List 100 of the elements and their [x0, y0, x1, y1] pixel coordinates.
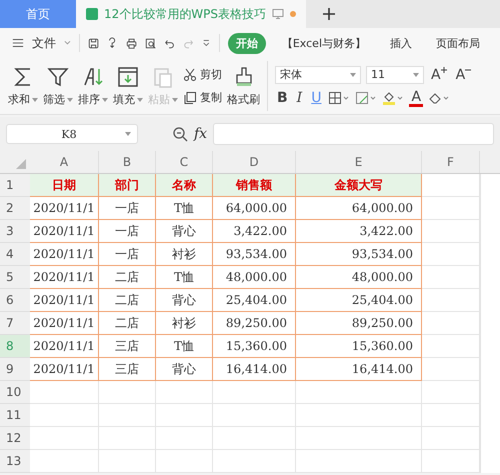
empty-cell[interactable] [99, 404, 156, 427]
header-cell: 销售额 [213, 174, 296, 197]
empty-cell[interactable] [99, 427, 156, 450]
caret-icon [67, 98, 73, 102]
empty-cell[interactable] [422, 197, 480, 220]
column-header[interactable]: B [99, 151, 156, 173]
menu-icon[interactable] [12, 37, 24, 49]
row-header[interactable]: 2 [0, 197, 30, 220]
empty-cell[interactable] [213, 450, 296, 473]
table-cell: 3,422.00 [213, 220, 296, 243]
empty-cell[interactable] [99, 450, 156, 473]
header-cell: 部门 [99, 174, 156, 197]
row-header[interactable]: 10 [0, 381, 30, 404]
formula-input[interactable] [213, 123, 494, 145]
empty-cell[interactable] [296, 427, 422, 450]
empty-cell[interactable] [422, 450, 480, 473]
fill-color-icon[interactable] [382, 91, 404, 105]
document-tab[interactable]: 12个比较常用的WPS表格技巧 [76, 0, 306, 28]
filter-button[interactable]: 筛选 [43, 65, 73, 107]
row-header[interactable]: 9 [0, 358, 30, 381]
table-cell: 二店 [99, 266, 156, 289]
empty-cell[interactable] [156, 450, 213, 473]
table-cell: 2020/11/1 [30, 312, 99, 335]
eraser-icon[interactable] [428, 91, 450, 105]
empty-cell[interactable] [156, 404, 213, 427]
copy-button[interactable]: 复制 [183, 90, 222, 105]
empty-cell[interactable] [422, 289, 480, 312]
empty-cell[interactable] [296, 450, 422, 473]
column-header[interactable]: F [422, 151, 480, 173]
file-menu[interactable]: 文件 [32, 34, 56, 52]
decrease-font-button[interactable]: A [454, 66, 474, 82]
empty-cell[interactable] [422, 243, 480, 266]
caret-icon [172, 98, 178, 102]
export-icon[interactable] [106, 36, 118, 50]
increase-font-button[interactable]: A [429, 66, 449, 82]
sum-button[interactable]: 求和 [8, 65, 38, 107]
font-color-button[interactable]: A [409, 90, 424, 106]
empty-cell[interactable] [156, 381, 213, 404]
table-cell: 93,534.00 [296, 243, 422, 266]
print-icon[interactable] [126, 36, 138, 50]
name-box[interactable]: K8 [6, 124, 138, 144]
fill-button[interactable]: 填充 [113, 65, 143, 107]
empty-cell[interactable] [296, 381, 422, 404]
function-label[interactable]: fx [194, 126, 208, 142]
empty-cell[interactable] [422, 381, 480, 404]
empty-cell[interactable] [213, 404, 296, 427]
row-header[interactable]: 1 [0, 174, 30, 197]
row-header[interactable]: 11 [0, 404, 30, 427]
column-header[interactable]: C [156, 151, 213, 173]
bold-button[interactable]: B [275, 90, 290, 106]
row-header[interactable]: 12 [0, 427, 30, 450]
empty-cell[interactable] [156, 427, 213, 450]
row-header[interactable]: 6 [0, 289, 30, 312]
column-header[interactable]: D [213, 151, 296, 173]
table-cell: T恤 [156, 335, 213, 358]
caret-icon[interactable] [64, 40, 71, 46]
ribbon-tab[interactable]: 页面布局 [428, 32, 488, 54]
empty-cell[interactable] [213, 427, 296, 450]
borders-icon[interactable] [328, 91, 350, 105]
font-size-dropdown[interactable]: 11 [366, 66, 424, 84]
row-header[interactable]: 3 [0, 220, 30, 243]
table-cell: 衬衫 [156, 243, 213, 266]
empty-cell[interactable] [99, 381, 156, 404]
zoom-icon[interactable] [172, 126, 188, 142]
new-tab-icon[interactable] [322, 7, 336, 21]
cut-button[interactable]: 剪切 [183, 67, 222, 82]
row-header[interactable]: 7 [0, 312, 30, 335]
column-header[interactable]: A [30, 151, 99, 173]
empty-cell[interactable] [422, 427, 480, 450]
column-header[interactable]: E [296, 151, 422, 173]
font-name-dropdown[interactable]: 宋体 [275, 66, 361, 84]
cell-style-icon[interactable] [355, 91, 378, 105]
ribbon-tab[interactable]: 【Excel与财务】 [274, 32, 374, 54]
empty-cell[interactable] [422, 266, 480, 289]
empty-cell[interactable] [422, 404, 480, 427]
header-cell: 日期 [30, 174, 99, 197]
sort-button[interactable]: 排序 [78, 65, 108, 107]
empty-cell[interactable] [296, 404, 422, 427]
save-icon[interactable] [88, 36, 99, 50]
empty-cell[interactable] [422, 335, 480, 358]
table-cell: 二店 [99, 289, 156, 312]
row-header[interactable]: 4 [0, 243, 30, 266]
ribbon-tab[interactable]: 插入 [382, 32, 420, 54]
italic-button[interactable]: I [294, 90, 304, 106]
empty-cell[interactable] [213, 381, 296, 404]
format-painter-button[interactable]: 格式刷 [227, 65, 260, 107]
table-cell: 93,534.00 [213, 243, 296, 266]
table-cell: T恤 [156, 266, 213, 289]
corner-triangle-icon[interactable] [16, 159, 26, 169]
monitor-icon[interactable] [272, 8, 284, 20]
empty-cell[interactable] [422, 358, 480, 381]
empty-cell[interactable] [422, 220, 480, 243]
table-cell: 3,422.00 [296, 220, 422, 243]
table-cell: 2020/11/1 [30, 335, 99, 358]
empty-cell[interactable] [422, 312, 480, 335]
dropdown-icon[interactable] [202, 38, 211, 48]
row-header[interactable]: 5 [0, 266, 30, 289]
print-preview-icon[interactable] [145, 36, 156, 50]
plus-icon [440, 66, 447, 72]
row-header[interactable]: 13 [0, 450, 30, 473]
